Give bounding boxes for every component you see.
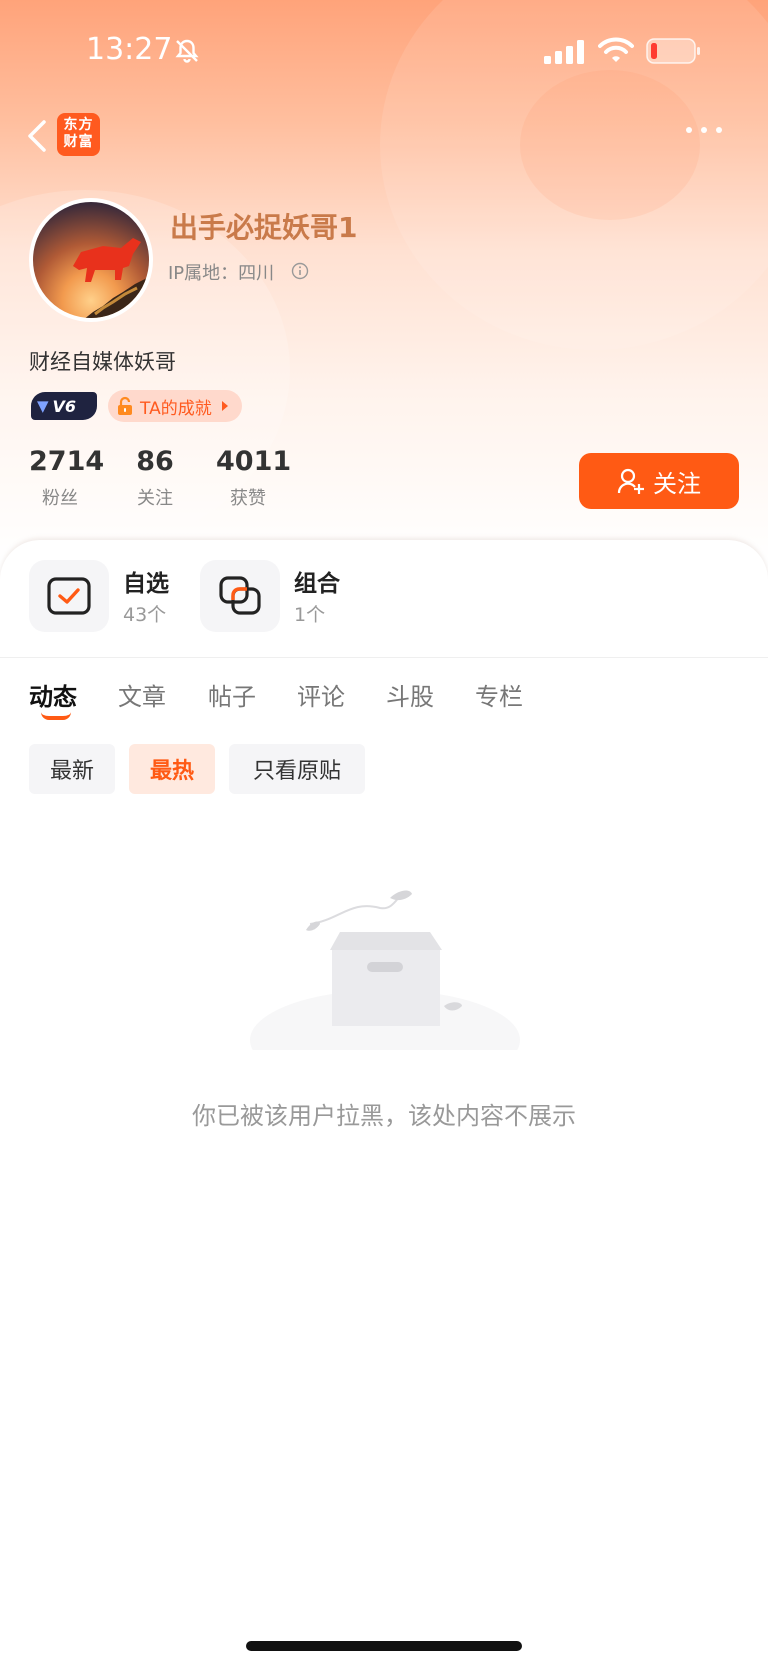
chevron-right-icon [221,401,228,411]
status-time: 13:27 [86,32,173,67]
app-logo-line1: 东方 [63,117,94,133]
signal-icon [544,40,584,64]
stat-likes-value: 4011 [216,446,292,477]
more-dots-icon[interactable] [684,120,724,140]
avatar[interactable] [29,198,153,322]
watchlist-count: 43个 [123,604,167,626]
stat-following[interactable]: 86 关注 [124,444,186,510]
checkbox-icon [47,577,91,615]
wifi-icon [598,37,634,62]
overlap-squares-icon [219,576,261,615]
battery-low-icon [646,38,700,64]
bell-muted-icon [175,39,199,63]
portfolio-count: 1个 [294,604,326,626]
empty-box-icon [250,890,520,1050]
back-button[interactable] [22,116,52,156]
tab-dynamics[interactable]: 动态 [29,677,77,712]
achievement-label: TA的成就 [140,398,212,419]
info-icon[interactable] [291,262,309,280]
empty-state-message: 你已被该用户拉黑，该处内容不展示 [192,1102,576,1130]
filter-latest[interactable]: 最新 [29,744,115,794]
follow-button[interactable]: 关注 [579,453,739,509]
home-indicator[interactable] [246,1641,522,1651]
stat-fans[interactable]: 2714 粉丝 [29,444,105,510]
level-badge[interactable]: ▼ V6 [31,392,97,420]
watchlist-button[interactable] [29,560,109,632]
stat-likes-label: 获赞 [230,488,266,509]
active-tab-indicator [41,712,71,720]
tab-posts[interactable]: 帖子 [208,677,256,712]
tab-stock-battle[interactable]: 斗股 [386,677,434,712]
stat-fans-value: 2714 [29,446,105,477]
level-label: V6 [52,396,77,416]
tab-columns[interactable]: 专栏 [475,677,523,712]
ip-location: IP属地：四川 [168,263,275,284]
stat-likes[interactable]: 4011 获赞 [216,444,292,510]
portfolio-button[interactable] [200,560,280,632]
user-plus-icon [617,468,644,494]
watchlist-title: 自选 [123,571,169,597]
stat-following-value: 86 [136,446,174,477]
filter-hot[interactable]: 最热 [129,744,215,794]
decorative-mascot-shape [520,70,700,220]
tab-articles[interactable]: 文章 [118,677,166,712]
portfolio-title: 组合 [294,571,340,597]
filter-original-only[interactable]: 只看原贴 [229,744,365,794]
stat-following-label: 关注 [137,488,173,509]
bio: 财经自媒体妖哥 [29,350,176,374]
achievement-button[interactable]: TA的成就 [108,390,242,422]
app-logo: 东方 财富 [57,113,100,156]
v-mark-icon: ▼ [37,397,49,415]
divider [0,657,768,658]
lock-icon [118,396,132,415]
app-logo-line2: 财富 [63,134,94,150]
follow-label: 关注 [653,469,701,498]
tab-comments[interactable]: 评论 [297,677,345,712]
username: 出手必捉妖哥1 [170,211,358,244]
stat-fans-label: 粉丝 [42,488,78,509]
